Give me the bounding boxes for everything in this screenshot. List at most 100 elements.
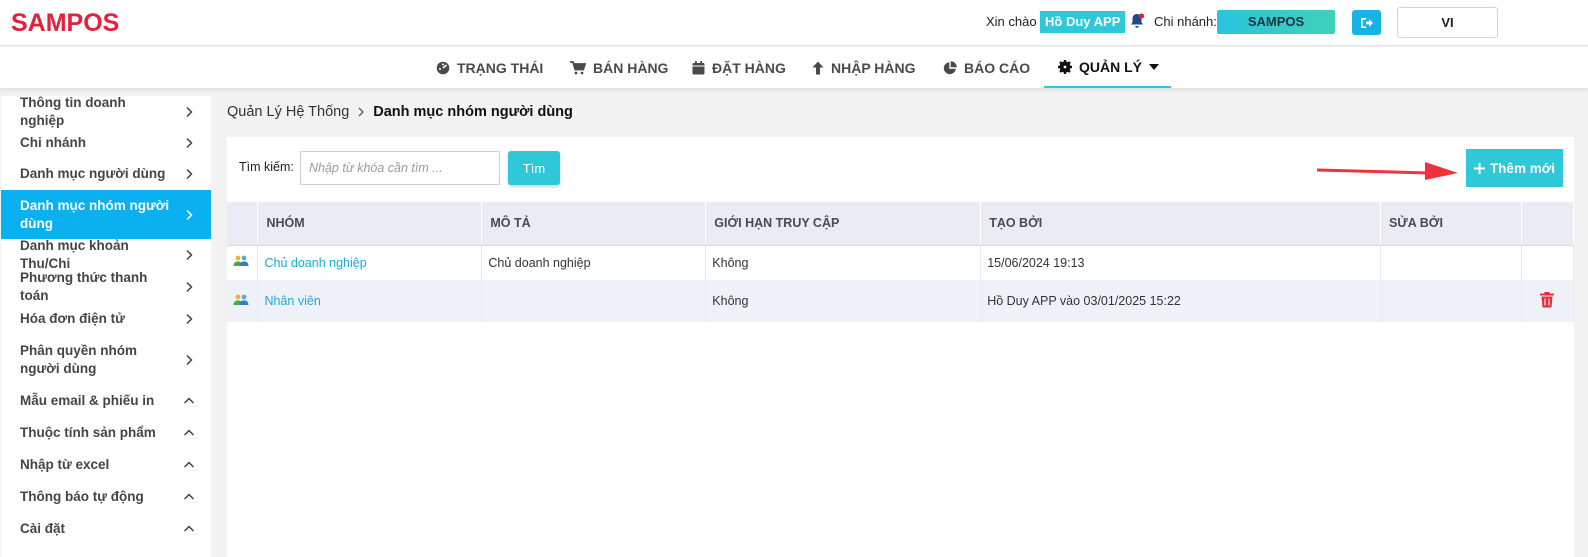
add-new-label: Thêm mới: [1489, 160, 1556, 176]
created-by-cell: Hồ Duy APP vào 03/01/2025 15:22: [980, 280, 1382, 322]
header-icon-cell: [227, 202, 259, 246]
nav-trang-thai[interactable]: TRẠNG THÁI: [436, 47, 543, 88]
logout-icon: [1360, 17, 1373, 28]
sidebar-item-mau-email-phieu-in[interactable]: Mẫu email & phiếu in: [1, 385, 211, 417]
sidebar-item-label: Thuộc tính sản phẩm: [20, 425, 156, 440]
chevron-up-icon: [183, 493, 195, 500]
sidebar-item-label: Thông báo tự động: [20, 489, 144, 504]
chevron-right-icon: [186, 168, 193, 180]
sidebar-item-danh-muc-nhom-nguoi-dung[interactable]: Danh mục nhóm người dùng: [1, 190, 211, 239]
main-panel: Tìm kiếm: Tìm Thêm mới NHÓM MÔ TẢ GIỚI H…: [227, 137, 1575, 557]
chevron-right-icon: [186, 209, 193, 220]
chevron-right-icon: [186, 137, 193, 148]
sidebar-item-label: Thông tin doanh nghiệp: [20, 94, 126, 128]
description-cell: [481, 280, 707, 322]
breadcrumb: Quản Lý Hệ Thống Danh mục nhóm người dùn…: [227, 104, 573, 120]
access-limit-cell: Không: [705, 245, 982, 280]
sidebar-item-danh-muc-nguoi-dung[interactable]: Danh mục người dùng: [1, 158, 211, 190]
nav-ban-hang[interactable]: BÁN HÀNG: [570, 47, 668, 88]
header-modified-by[interactable]: SỬA BỞI: [1380, 202, 1522, 246]
sidebar: Thông tin doanh nghiệp Chi nhánh Danh mụ…: [1, 94, 211, 557]
sidebar-item-label: Mẫu email & phiếu in: [20, 393, 155, 408]
nav-label: ĐẶT HÀNG: [712, 59, 786, 76]
group-name-cell[interactable]: Chủ doanh nghiệp: [257, 245, 483, 280]
pointer-arrow-icon: [1317, 162, 1458, 180]
branch-selector[interactable]: SAMPOS: [1217, 10, 1335, 34]
sidebar-item-chi-nhanh[interactable]: Chi nhánh: [1, 127, 211, 158]
search-button[interactable]: Tìm: [508, 151, 560, 185]
header-group[interactable]: NHÓM: [257, 202, 483, 246]
group-name-link[interactable]: Nhân viên: [264, 294, 320, 308]
actions-cell: [1521, 280, 1575, 322]
chevron-up-icon: [183, 461, 195, 468]
nav-label: NHẬP HÀNG: [831, 59, 916, 76]
search-input[interactable]: [300, 151, 500, 185]
sidebar-item-label: Danh mục người dùng: [20, 166, 166, 181]
breadcrumb-parent[interactable]: Quản Lý Hệ Thống: [227, 104, 349, 120]
gear-icon: [1058, 59, 1072, 74]
language-selector[interactable]: VI: [1397, 7, 1498, 38]
sidebar-item-label: Phân quyền nhóm người dùng: [20, 343, 138, 376]
sidebar-item-danh-muc-khoan-thu-chi[interactable]: Danh mục khoản Thu/Chi: [1, 238, 211, 271]
nav-quan-ly[interactable]: QUẢN LÝ: [1044, 47, 1171, 88]
sidebar-item-thuoc-tinh-san-pham[interactable]: Thuộc tính sản phẩm: [1, 417, 211, 449]
trash-icon[interactable]: [1540, 291, 1555, 308]
sidebar-item-hoa-don-dien-tu[interactable]: Hóa đơn điện tử: [1, 303, 211, 335]
chevron-up-icon: [183, 525, 195, 532]
dashboard-icon: [436, 61, 450, 74]
description-cell: Chủ doanh nghiệp: [481, 245, 707, 280]
logout-button[interactable]: [1352, 10, 1381, 35]
sidebar-item-label: Cài đặt: [20, 521, 66, 536]
cart-icon: [570, 60, 586, 74]
app-logo[interactable]: SAMPOS: [11, 9, 119, 38]
group-name-link[interactable]: Chủ doanh nghiệp: [264, 256, 366, 270]
sidebar-item-label: Danh mục nhóm người dùng: [20, 197, 170, 231]
sidebar-item-nhap-tu-excel[interactable]: Nhập từ excel: [1, 449, 211, 481]
chevron-right-icon: [186, 313, 193, 325]
sidebar-item-thong-bao-tu-dong[interactable]: Thông báo tự động: [1, 481, 211, 513]
modified-by-cell: [1380, 280, 1522, 322]
user-group-table: NHÓM MÔ TẢ GIỚI HẠN TRUY CẬP TẠO BỞI SỬA…: [227, 202, 1575, 322]
header-created-by[interactable]: TẠO BỞI: [980, 202, 1382, 246]
access-limit-cell: Không: [705, 280, 982, 322]
nav-nhap-hang[interactable]: NHẬP HÀNG: [812, 47, 916, 88]
created-by-cell: 15/06/2024 19:13: [980, 245, 1382, 280]
nav-dat-hang[interactable]: ĐẶT HÀNG: [692, 47, 786, 88]
table-row[interactable]: Nhân viên Không Hồ Duy APP vào 03/01/202…: [227, 280, 1575, 322]
chevron-right-icon: [358, 107, 365, 117]
chevron-right-icon: [186, 249, 193, 261]
users-icon: [233, 255, 249, 267]
nav-label: BÁO CÁO: [964, 59, 1031, 76]
sidebar-item-thong-tin-doanh-nghiep[interactable]: Thông tin doanh nghiệp: [1, 94, 211, 128]
caret-down-icon: [1149, 63, 1159, 70]
breadcrumb-current: Danh mục nhóm người dùng: [373, 104, 573, 120]
chevron-up-icon: [183, 429, 195, 436]
search-label: Tìm kiếm:: [239, 160, 294, 174]
header-description[interactable]: MÔ TẢ: [481, 202, 707, 246]
sidebar-item-cai-dat[interactable]: Cài đặt: [1, 513, 211, 545]
bell-icon[interactable]: [1128, 12, 1148, 32]
pie-chart-icon: [943, 60, 957, 74]
sidebar-item-label: Hóa đơn điện tử: [20, 311, 125, 326]
greeting-text: Xin chào: [986, 14, 1037, 29]
arrow-up-icon: [812, 61, 824, 74]
nav-label: BÁN HÀNG: [593, 59, 669, 76]
top-header: SAMPOS Xin chào Hồ Duy APP Chi nhánh: SA…: [0, 0, 1588, 46]
sidebar-item-label: Chi nhánh: [20, 134, 86, 150]
sidebar-item-label: Danh mục khoản Thu/Chi: [20, 238, 129, 271]
header-access-limit[interactable]: GIỚI HẠN TRUY CẬP: [705, 202, 982, 246]
users-icon: [233, 294, 249, 305]
table-row[interactable]: Chủ doanh nghiệp Chủ doanh nghiệp Không …: [227, 245, 1575, 280]
group-name-cell[interactable]: Nhân viên: [257, 280, 483, 322]
nav-label: TRẠNG THÁI: [457, 59, 544, 76]
add-new-button[interactable]: Thêm mới: [1466, 149, 1563, 187]
main-nav: TRẠNG THÁI BÁN HÀNG ĐẶT HÀNG NHẬP HÀNG B…: [0, 47, 1588, 88]
chevron-right-icon: [186, 354, 193, 366]
nav-bao-cao[interactable]: BÁO CÁO: [943, 47, 1030, 88]
sidebar-item-phan-quyen-nhom-nguoi-dung[interactable]: Phân quyền nhóm người dùng: [1, 335, 211, 385]
sidebar-item-phuong-thuc-thanh-toan[interactable]: Phương thức thanh toán: [1, 270, 211, 303]
group-icon-cell: [227, 280, 259, 322]
sidebar-item-label: Nhập từ excel: [20, 457, 110, 472]
user-name-badge[interactable]: Hồ Duy APP: [1040, 11, 1126, 33]
header-actions: [1521, 202, 1575, 246]
